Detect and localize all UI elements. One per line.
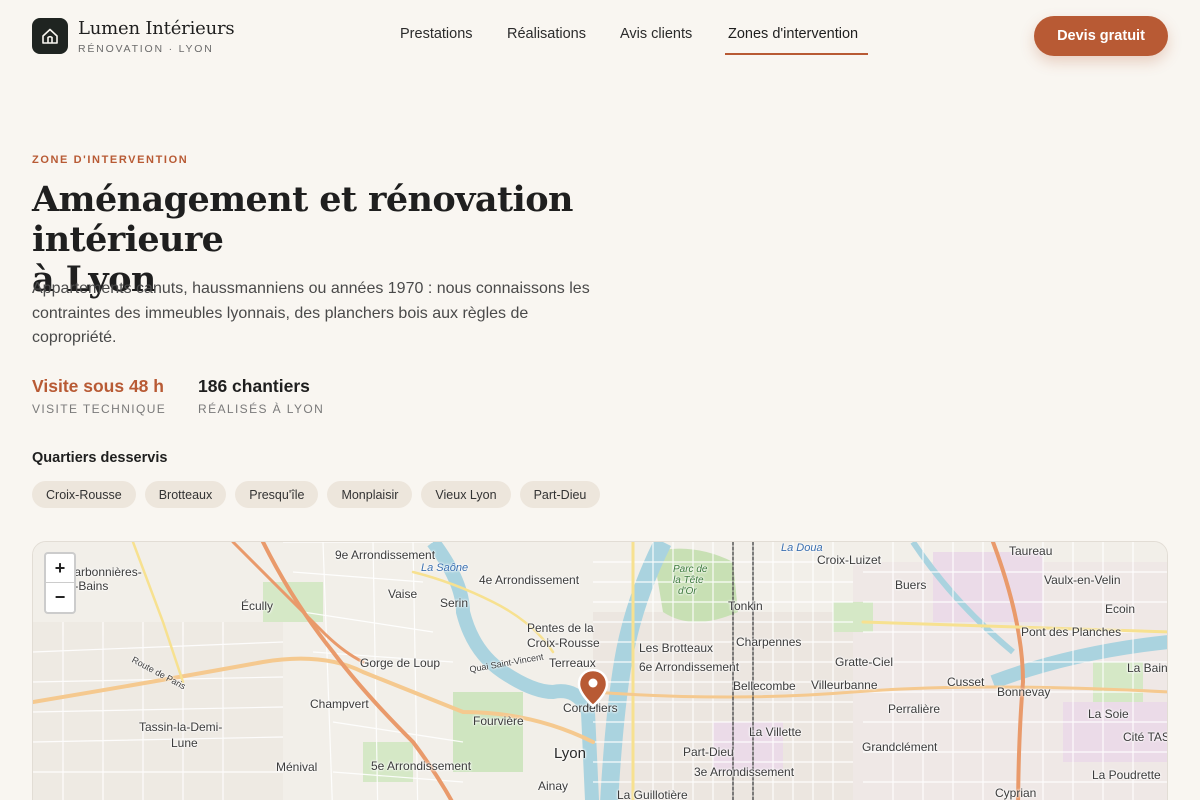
map-label: Serin [440,596,469,610]
map-label: La Villette [749,725,802,739]
map-label: Lune [171,736,198,750]
stat-label: RÉALISÉS À LYON [198,402,325,416]
map-label: Les Brotteaux [639,641,714,655]
map-label: 9e Arrondissement [335,548,436,562]
nav-avis-clients[interactable]: Avis clients [620,26,692,42]
map-label: La Soie [1088,707,1129,721]
section-eyebrow: ZONE D'INTERVENTION [32,154,189,166]
page-title-line1: Aménagement et rénovation intérieure [32,179,573,260]
nav-realisations[interactable]: Réalisations [507,26,586,42]
map-label: Pont des Planches [1021,625,1122,639]
map-label: 6e Arrondissement [639,660,740,674]
nav-zones-intervention[interactable]: Zones d'intervention [728,26,858,42]
map-zoom-control: + − [44,552,76,614]
map-label: Écully [241,599,274,613]
map-label: Lyon [554,745,586,762]
map-label: Villeurbanne [811,678,878,692]
active-nav-indicator [725,53,868,55]
map-label: La Saône [421,562,469,574]
map-label: Croix-Rousse [527,636,600,650]
stat-value: 186 chantiers [198,376,310,396]
map-label: Vaulx-en-Velin [1044,573,1121,587]
location-pin-icon[interactable] [577,668,609,713]
stat-visite: Visite sous 48 h VISITE TECHNIQUE [32,376,166,416]
map-label: Part-Dieu [683,745,734,759]
stat-value: Visite sous 48 h [32,376,164,396]
stat-label: VISITE TECHNIQUE [32,402,167,416]
map-label: Cité TASE [1123,730,1167,744]
chip-vieux-lyon[interactable]: Vieux Lyon [421,481,511,508]
main-nav: Prestations Réalisations Avis clients Zo… [0,26,1200,56]
map-label: Bellecombe [733,679,796,693]
map-label: la Tête [673,575,704,586]
map-label: Parc de [673,564,708,575]
map-label: Vaise [388,587,418,601]
map-label: Gratte-Ciel [835,655,894,669]
map-label: Tonkin [728,599,763,613]
map-label: Gorge de Loup [360,656,441,670]
map-label: Tassin-la-Demi- [139,720,223,734]
map-label: Ecoin [1105,602,1136,616]
map-label: 4e Arrondissement [479,573,580,587]
nav-prestations[interactable]: Prestations [400,26,473,42]
map-label: Cyprian [995,786,1037,800]
map-label: Buers [895,578,927,592]
map-label: Cusset [947,675,985,689]
stat-chantiers: 186 chantiers RÉALISÉS À LYON [198,376,324,416]
quote-button[interactable]: Devis gratuit [1034,16,1168,56]
map-label: Charpennes [736,635,802,649]
map-label: Croix-Luizet [817,553,882,567]
chip-monplaisir[interactable]: Monplaisir [327,481,413,508]
map-label: Ainay [538,779,569,793]
map-label: La Bain [1127,661,1168,675]
map-label: 5e Arrondissement [371,759,472,773]
quartiers-heading: Quartiers desservis [32,450,168,466]
map-label: Taureau [1009,544,1053,558]
site-header: Lumen Intérieurs RÉNOVATION · LYON Prest… [0,0,1200,72]
map-label: Perralière [888,702,941,716]
map-label: Grandclément [862,740,938,754]
chip-presquile[interactable]: Presqu'île [235,481,319,508]
intervention-map[interactable]: 9e Arrondissement La Saône 4e Arrondisse… [32,541,1168,800]
map-label: Fourvière [473,714,524,728]
map-label: 3e Arrondissement [694,765,795,779]
map-label: Pentes de la [527,621,594,635]
map-label: La Poudrette [1092,768,1161,782]
quartiers-chip-list: Croix-Rousse Brotteaux Presqu'île Monpla… [32,481,601,508]
intro-paragraph: Appartements canuts, haussmanniens ou an… [32,280,590,346]
map-label: La Guillotière [617,788,688,800]
zoom-out-button[interactable]: − [46,583,74,612]
chip-part-dieu[interactable]: Part-Dieu [519,481,601,508]
map-label: Ménival [276,760,318,774]
map-label: d'Or [678,586,697,597]
map-label: Bonnevay [997,685,1051,699]
chip-croix-rousse[interactable]: Croix-Rousse [32,481,136,508]
chip-brotteaux[interactable]: Brotteaux [144,481,227,508]
zoom-in-button[interactable]: + [46,554,74,583]
map-label: Champvert [310,697,369,711]
